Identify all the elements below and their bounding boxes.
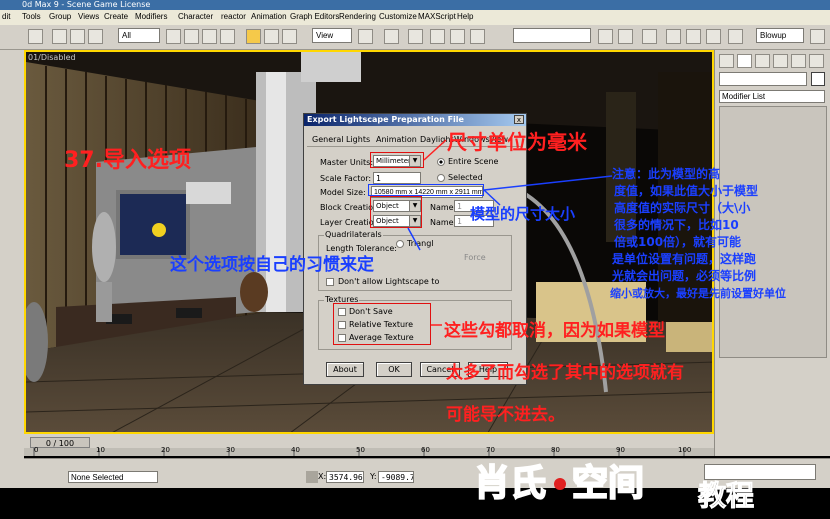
- uncheck-line-1: 这些勾都取消，因为如果模型: [444, 321, 665, 341]
- tutorial-label: 教程: [697, 479, 755, 513]
- step-title: 37.导入选项: [64, 148, 191, 173]
- units-note: 尺寸单位为毫米: [447, 130, 587, 154]
- tip-line: 注意：此为模型的高: [612, 167, 721, 181]
- brand-dot: [554, 478, 566, 490]
- tip-line: 是单位设置有问题，这样跑: [612, 252, 757, 266]
- uncheck-line-2: 太多了而勾选了其中的选项就有: [446, 363, 684, 383]
- tip-line: 倍或100倍），就有可能: [614, 235, 742, 249]
- uncheck-line-3: 可能导不进去。: [446, 405, 565, 425]
- brand-name: 肖氏: [473, 462, 547, 505]
- habit-note: 这个选项按自己的习惯来定: [170, 255, 374, 275]
- tip-note: 注意：此为模型的高 度值，如果此值大小于模型 高度值的实际尺寸（大\小 很多的情…: [610, 166, 830, 302]
- tip-line: 高度值的实际尺寸（大\小: [614, 201, 751, 215]
- tip-line: 光就会出问题，必须等比例: [612, 269, 757, 283]
- tip-line: 缩小或放大，最好是先前设置好单位: [610, 287, 786, 300]
- brand-name-2: 空间: [571, 462, 645, 505]
- tip-line: 很多的情况下，比如10: [614, 218, 739, 232]
- brand-watermark: 肖氏 空间 教程: [468, 452, 808, 514]
- model-size-note: 模型的尺寸大小: [470, 205, 576, 223]
- tip-line: 度值，如果此值大小于模型: [614, 184, 759, 198]
